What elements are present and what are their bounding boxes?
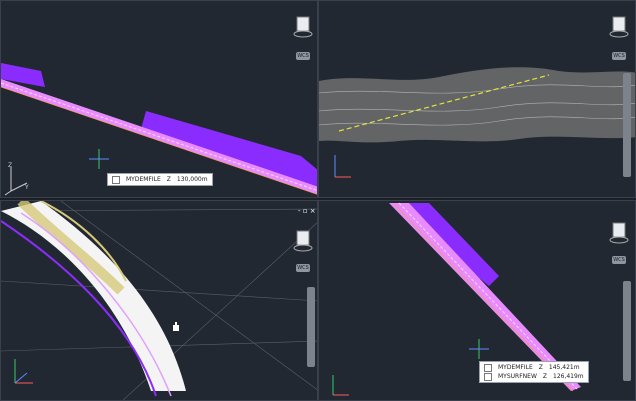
viewcube-icon[interactable]	[608, 220, 630, 254]
viewport-bottom-left[interactable]: - ▫ ×	[0, 200, 318, 401]
viewport-window-controls[interactable]: - ▫ ×	[298, 207, 316, 215]
terrain-mesh	[319, 67, 635, 143]
viewcube-icon[interactable]	[608, 14, 630, 48]
tunnel-model-3d	[1, 201, 317, 400]
elevation-tooltip: MYDEMFILE Z 130,000m	[107, 173, 213, 186]
viewport-bottom-right[interactable]: MYDEMFILE Z 145,421m MYSURFNEW Z 126,419…	[318, 200, 636, 401]
navigation-bar[interactable]	[307, 287, 315, 367]
viewport-top-right[interactable]	[318, 0, 636, 198]
ucs-axis-icon	[14, 359, 33, 384]
viewcube-icon[interactable]	[292, 14, 314, 48]
elevation-tooltip: MYDEMFILE Z 145,421m MYSURFNEW Z 126,419…	[479, 361, 589, 383]
ucs-axis-icon	[332, 375, 349, 396]
wcs-label[interactable]: WCS	[296, 52, 310, 60]
wcs-label[interactable]: WCS	[296, 264, 310, 272]
navigation-bar[interactable]	[623, 281, 631, 381]
viewport-top-left[interactable]: MYDEMFILE Z 130,000m Z Y	[0, 0, 318, 198]
cursor-crosshair-icon	[89, 149, 109, 169]
navigation-bar[interactable]	[623, 73, 631, 177]
cursor-icon	[173, 322, 179, 331]
wcs-label[interactable]: WCS	[612, 256, 626, 264]
surface-icon	[112, 176, 120, 184]
wcs-label[interactable]: WCS	[612, 52, 626, 60]
ucs-axis-icon: Z Y	[4, 162, 29, 196]
viewcube-icon[interactable]	[292, 228, 314, 262]
svg-text:Y: Y	[24, 184, 29, 191]
surface-icon	[484, 364, 492, 372]
ucs-axis-icon	[334, 155, 351, 178]
svg-text:Z: Z	[8, 162, 12, 169]
tunnel-model-plan	[1, 63, 317, 195]
surface-icon	[484, 373, 492, 381]
cursor-crosshair-icon	[469, 339, 489, 359]
